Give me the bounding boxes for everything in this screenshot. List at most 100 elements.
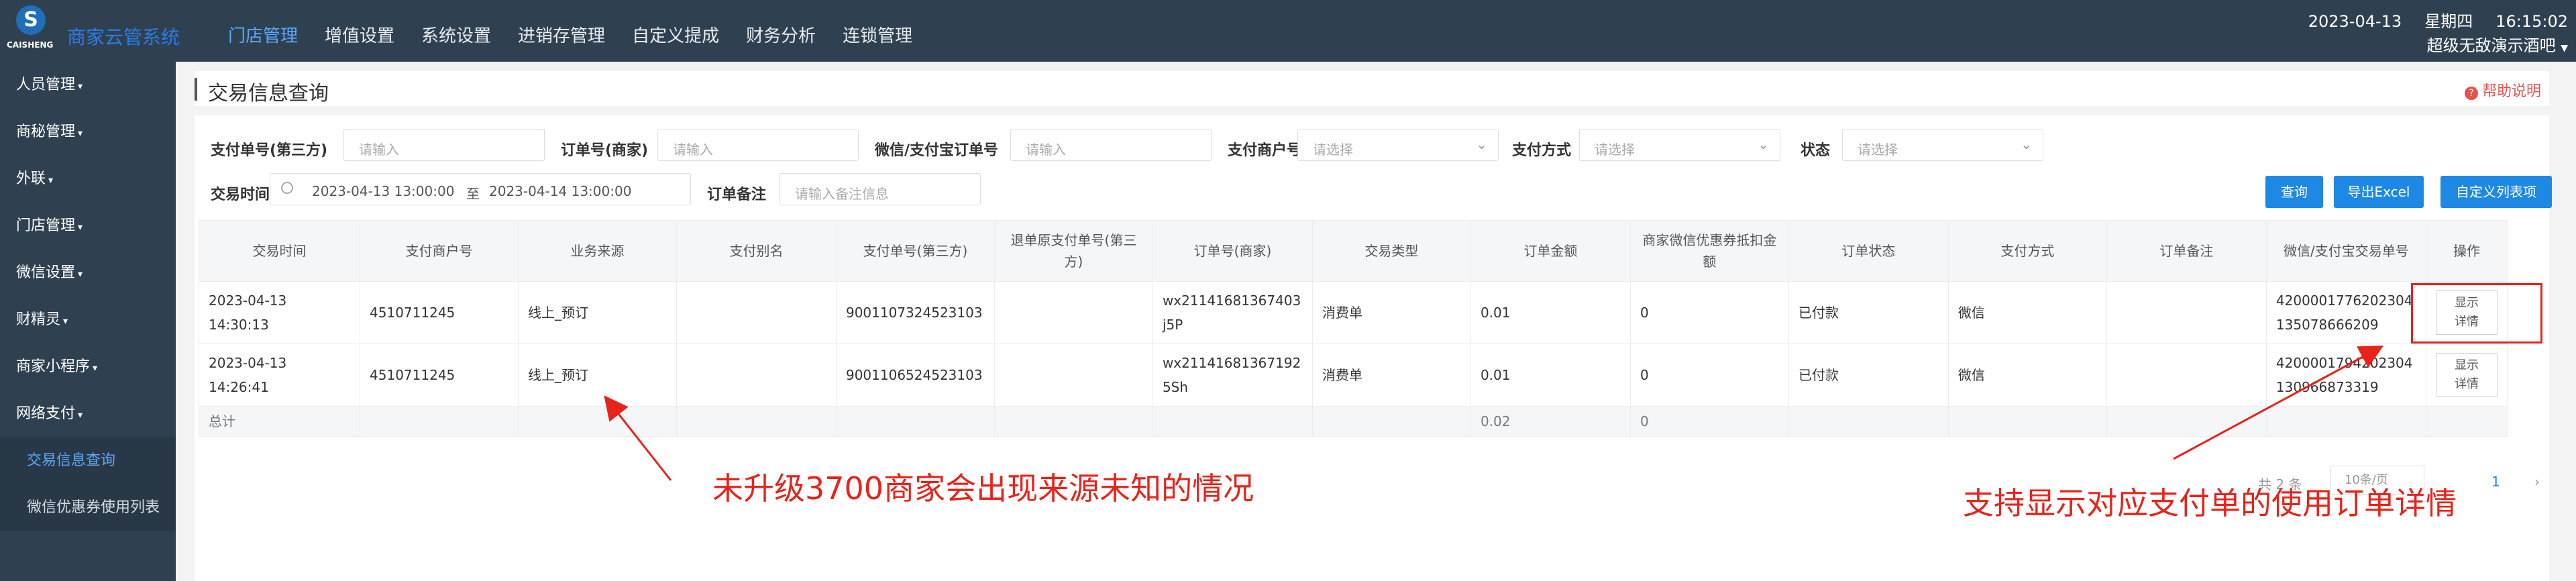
column-header: 订单状态 <box>1788 220 1949 282</box>
pay-no-input[interactable]: 请输入 <box>343 129 545 161</box>
weekday-text: 星期四 <box>2424 12 2473 31</box>
cell-refund-no <box>994 281 1153 344</box>
sidebar-item-wechat[interactable]: 微信设置 ▾ <box>0 250 176 297</box>
topnav-item-commission[interactable]: 自定义提成 <box>619 0 733 62</box>
filter-label-wx-no: 微信/支付宝订单号 <box>875 142 999 159</box>
cell-order-no: wx21141681367403j5P <box>1152 281 1313 344</box>
chevron-down-icon: ⌄ <box>1758 136 1769 152</box>
topnav-item-store[interactable]: 门店管理 <box>215 0 311 62</box>
sidebar-item-store[interactable]: 门店管理 ▾ <box>0 203 176 250</box>
placeholder: 请选择 <box>1595 142 1635 158</box>
topnav-item-inventory[interactable]: 进销存管理 <box>504 0 619 62</box>
caret-down-icon: ▾ <box>93 363 98 374</box>
remark-input[interactable]: 请输入备注信息 <box>780 173 981 205</box>
cell-action: 显示详情 <box>2425 344 2508 407</box>
cell-discount: 0 <box>1629 281 1789 344</box>
next-page-icon[interactable]: › <box>2534 474 2540 490</box>
sidebar-item-label: 外联 <box>16 170 46 187</box>
cell-pay-no: 9001107324523103 <box>835 281 995 344</box>
page-header: 交易信息查询 ? 帮助说明 <box>195 71 2549 106</box>
cell-method: 微信 <box>1947 344 2107 407</box>
placeholder: 请输入备注信息 <box>795 186 889 202</box>
page-number-1[interactable]: 1 <box>2491 474 2500 490</box>
caret-down-icon: ▾ <box>48 175 54 186</box>
help-link[interactable]: ? 帮助说明 <box>2464 79 2541 101</box>
logo-text: CAISHENG <box>7 40 54 50</box>
cell-status: 已付款 <box>1788 281 1949 344</box>
time-range-picker[interactable]: 2023-04-13 13:00:00 至 2023-04-14 13:00:0… <box>270 173 691 205</box>
table-header-row: 交易时间 支付商户号 业务来源 支付别名 支付单号(第三方) 退单原支付单号(第… <box>198 220 2508 282</box>
cell-alias <box>676 281 837 344</box>
filter-label-method: 支付方式 <box>1512 142 1572 159</box>
cell-merchant: 4510711245 <box>360 344 519 407</box>
column-header: 支付商户号 <box>360 220 519 282</box>
query-button[interactable]: 查询 <box>2265 176 2323 208</box>
placeholder: 请输入 <box>1026 142 1066 158</box>
sidebar-submenu: 交易信息查询 微信优惠券使用列表 <box>0 437 176 531</box>
column-header: 支付别名 <box>676 220 837 282</box>
sidebar-item-outreach[interactable]: 外联 ▾ <box>0 156 176 203</box>
sidebar-item-miniprogram[interactable]: 商家小程序 ▾ <box>0 344 176 390</box>
help-label: 帮助说明 <box>2481 83 2541 100</box>
sidebar-item-staff[interactable]: 人员管理 ▾ <box>0 62 176 109</box>
time-start: 2023-04-13 13:00:00 <box>312 183 455 199</box>
cell-remark <box>2106 281 2267 344</box>
custom-columns-button[interactable]: 自定义列表项 <box>2440 176 2552 208</box>
table-row: 2023-04-13 14:26:41 4510711245 线上_预订 900… <box>198 344 2508 407</box>
table-total-row: 总计 0.02 0 <box>198 406 2508 437</box>
cell-pay-no: 9001106524523103 <box>835 344 995 407</box>
cell-time: 2023-04-13 14:30:13 <box>198 281 361 344</box>
filter-label-status: 状态 <box>1801 142 1831 159</box>
sidebar-item-label: 财精灵 <box>16 311 61 328</box>
caret-down-icon: ▼ <box>2561 43 2568 54</box>
sidebar: 人员管理 ▾ 商秘管理 ▾ 外联 ▾ 门店管理 ▾ 微信设置 ▾ 财精灵 ▾ 商家小程序 ▾ … <box>0 62 176 581</box>
cell-source: 线上_预订 <box>518 281 677 344</box>
export-excel-button[interactable]: 导出Excel <box>2334 176 2424 208</box>
sidebar-subitem-coupon-list[interactable]: 微信优惠券使用列表 <box>0 484 176 531</box>
column-header: 支付方式 <box>1947 220 2107 282</box>
sidebar-item-finance-sprite[interactable]: 财精灵 ▾ <box>0 297 176 344</box>
order-no-input[interactable]: 请输入 <box>657 129 859 161</box>
cell-remark <box>2106 344 2267 407</box>
sidebar-item-label: 微信设置 <box>16 264 76 281</box>
cell-amount: 0.01 <box>1470 344 1631 407</box>
top-navbar: S CAISHENG 商家云管系统 门店管理 增值设置 系统设置 进销存管理 自… <box>0 0 2576 62</box>
sidebar-item-online-payment[interactable]: 网络支付 ▾ <box>0 390 176 437</box>
column-header: 支付单号(第三方) <box>835 220 995 282</box>
column-header: 商家微信优惠券抵扣金额 <box>1629 220 1789 282</box>
cell-source: 线上_预订 <box>518 344 677 407</box>
chevron-down-icon: ⌄ <box>2021 136 2032 152</box>
placeholder: 请输入 <box>673 142 713 158</box>
store-selector[interactable]: 超级无敌演示酒吧 ▼ <box>2308 34 2568 60</box>
caret-down-icon: ▾ <box>78 269 83 280</box>
time-end: 2023-04-14 13:00:00 <box>489 183 632 199</box>
column-header: 微信/支付宝交易单号 <box>2265 220 2426 282</box>
top-right-info: 2023-04-13 星期四 16:15:02 超级无敌演示酒吧 ▼ <box>2308 9 2568 60</box>
cell-discount: 0 <box>1629 344 1789 407</box>
show-detail-button[interactable]: 显示详情 <box>2435 353 2498 397</box>
highlight-box <box>2411 283 2542 344</box>
question-icon: ? <box>2464 87 2478 100</box>
topnav-item-value-added[interactable]: 增值设置 <box>311 0 408 62</box>
brand-logo[interactable]: S CAISHENG <box>7 5 67 56</box>
sidebar-item-secretary[interactable]: 商秘管理 ▾ <box>0 109 176 156</box>
placeholder: 请输入 <box>359 142 399 158</box>
cell-amount: 0.01 <box>1470 281 1631 344</box>
status-select[interactable]: 请选择 ⌄ <box>1842 129 2043 161</box>
chevron-down-icon: ⌄ <box>1476 136 1487 152</box>
sidebar-item-label: 门店管理 <box>16 217 76 234</box>
topnav-item-chain[interactable]: 连锁管理 <box>829 0 926 62</box>
topnav-item-finance[interactable]: 财务分析 <box>733 0 829 62</box>
total-amount: 0.02 <box>1470 406 1631 437</box>
cell-method: 微信 <box>1947 281 2107 344</box>
annotation-right: 支持显示对应支付单的使用订单详情 <box>1963 485 2457 521</box>
merchant-select[interactable]: 请选择 ⌄ <box>1297 129 1499 161</box>
cell-trade-no: 4200001776202304135078666209 <box>2265 281 2426 344</box>
sidebar-subitem-transaction-query[interactable]: 交易信息查询 <box>0 437 176 484</box>
table-row: 2023-04-13 14:30:13 4510711245 线上_预订 900… <box>198 281 2508 344</box>
topnav-item-system[interactable]: 系统设置 <box>408 0 504 62</box>
wx-no-input[interactable]: 请输入 <box>1010 129 1212 161</box>
method-select[interactable]: 请选择 ⌄ <box>1579 129 1780 161</box>
cell-trade-no: 4200001794202304130966873319 <box>2265 344 2426 407</box>
store-name: 超级无敌演示酒吧 <box>2426 36 2556 55</box>
